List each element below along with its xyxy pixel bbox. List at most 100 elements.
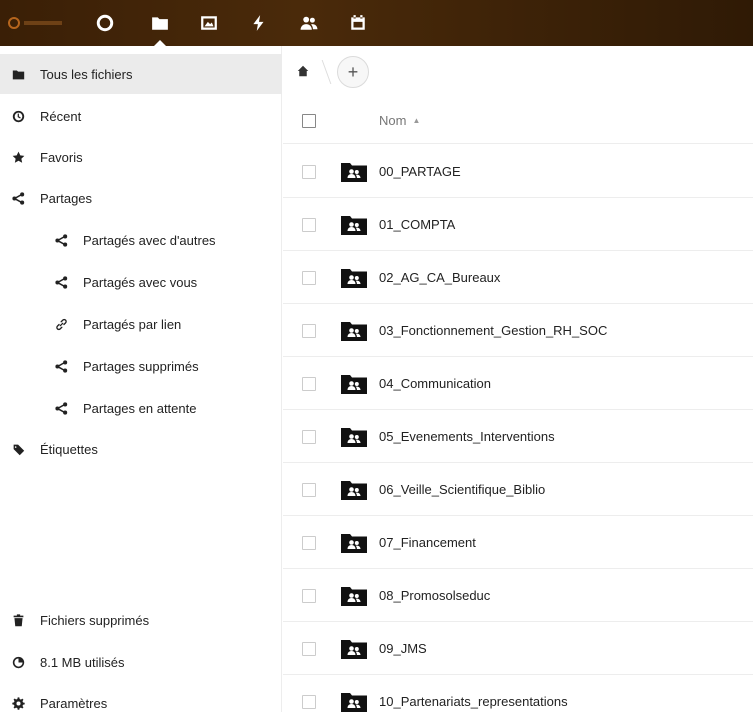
logo-mark-icon — [8, 17, 20, 29]
trash-icon — [10, 612, 26, 628]
file-name[interactable]: 07_Financement — [379, 535, 476, 550]
row-checkbox[interactable] — [302, 165, 316, 179]
sidebar-item-favorites[interactable]: Favoris — [0, 137, 282, 177]
app-activity[interactable] — [248, 12, 270, 34]
row-checkbox[interactable] — [302, 536, 316, 550]
sidebar-item-label: Partagés avec d'autres — [83, 232, 216, 248]
row-checkbox[interactable] — [302, 324, 316, 338]
clock-icon — [10, 108, 26, 124]
sidebar-item-label: Favoris — [40, 149, 83, 165]
sidebar-item-deleted-files[interactable]: Fichiers supprimés — [0, 600, 282, 640]
image-icon — [201, 16, 217, 30]
table-row[interactable]: 00_PARTAGE — [283, 145, 753, 198]
row-checkbox[interactable] — [302, 483, 316, 497]
table-row[interactable]: 07_Financement — [283, 516, 753, 569]
sidebar-item-label: Partages en attente — [83, 400, 197, 416]
sidebar-item-label: Fichiers supprimés — [40, 612, 150, 628]
sidebar-item-shares[interactable]: Partages — [0, 178, 282, 218]
sidebar-item-shared-with-you[interactable]: Partagés avec vous — [0, 262, 282, 302]
shared-folder-icon — [341, 691, 367, 712]
new-button[interactable]: + — [337, 56, 369, 88]
shared-folder-icon — [341, 267, 367, 288]
sidebar-item-label: Partages supprimés — [83, 358, 199, 374]
app-photos[interactable] — [198, 12, 220, 34]
app-files[interactable] — [149, 12, 171, 46]
sidebar-item-deleted-shares[interactable]: Partages supprimés — [0, 346, 282, 386]
share-icon — [53, 400, 69, 416]
sidebar-item-all-files[interactable]: Tous les fichiers — [0, 54, 282, 94]
table-row[interactable]: 05_Evenements_Interventions — [283, 410, 753, 463]
table-row[interactable]: 08_Promosolseduc — [283, 569, 753, 622]
sidebar-item-recent[interactable]: Récent — [0, 96, 282, 136]
shared-folder-icon — [341, 532, 367, 553]
share-icon — [53, 232, 69, 248]
row-checkbox[interactable] — [302, 430, 316, 444]
file-name[interactable]: 04_Communication — [379, 376, 491, 391]
sidebar-item-label: Paramètres — [40, 695, 108, 711]
file-name[interactable]: 03_Fonctionnement_Gestion_RH_SOC — [379, 323, 607, 338]
table-row[interactable]: 01_COMPTA — [283, 198, 753, 251]
shared-folder-icon — [341, 214, 367, 235]
sidebar-item-shared-by-link[interactable]: Partagés par lien — [0, 304, 282, 344]
home-icon[interactable] — [297, 65, 309, 80]
row-checkbox[interactable] — [302, 271, 316, 285]
pie-icon — [10, 654, 26, 670]
link-icon — [53, 316, 69, 332]
shared-folder-icon — [341, 479, 367, 500]
tag-icon — [10, 441, 26, 457]
quota-label: 8.1 MB utilisés — [40, 654, 125, 670]
sidebar-item-pending-shares[interactable]: Partages en attente — [0, 388, 282, 428]
row-checkbox[interactable] — [302, 377, 316, 391]
calendar-icon — [351, 15, 365, 30]
shared-folder-icon — [341, 585, 367, 606]
row-checkbox[interactable] — [302, 218, 316, 232]
users-icon — [300, 16, 318, 30]
file-name[interactable]: 09_JMS — [379, 641, 427, 656]
shared-folder-icon — [341, 373, 367, 394]
file-name[interactable]: 08_Promosolseduc — [379, 588, 490, 603]
lightning-icon — [253, 15, 264, 31]
file-name[interactable]: 01_COMPTA — [379, 217, 455, 232]
sidebar-item-shared-with-others[interactable]: Partagés avec d'autres — [0, 220, 282, 260]
sort-ascending-icon: ▲ — [412, 116, 421, 125]
logo-text — [24, 21, 62, 25]
column-name-sort[interactable]: Nom ▲ — [379, 113, 420, 128]
file-name[interactable]: 02_AG_CA_Bureaux — [379, 270, 500, 285]
app-dashboard[interactable] — [94, 12, 116, 34]
share-deleted-icon — [53, 358, 69, 374]
select-all-checkbox[interactable] — [302, 114, 316, 128]
sidebar: Tous les fichiers Récent Favoris Partage… — [0, 46, 282, 712]
app-contacts[interactable] — [298, 12, 320, 34]
sidebar-item-label: Partagés par lien — [83, 316, 182, 332]
table-row[interactable]: 04_Communication — [283, 357, 753, 410]
file-name[interactable]: 05_Evenements_Interventions — [379, 429, 555, 444]
breadcrumb-separator — [312, 60, 332, 84]
share-icon — [10, 190, 26, 206]
logo[interactable] — [8, 16, 70, 30]
shared-folder-icon — [341, 426, 367, 447]
sidebar-item-label: Tous les fichiers — [40, 66, 133, 82]
sidebar-item-settings[interactable]: Paramètres — [0, 683, 282, 712]
table-row[interactable]: 03_Fonctionnement_Gestion_RH_SOC — [283, 304, 753, 357]
circle-icon — [96, 14, 114, 32]
row-checkbox[interactable] — [302, 695, 316, 709]
table-row[interactable]: 02_AG_CA_Bureaux — [283, 251, 753, 304]
gear-icon — [10, 695, 26, 711]
table-row[interactable]: 09_JMS — [283, 622, 753, 675]
folder-icon — [10, 66, 26, 82]
shared-folder-icon — [341, 638, 367, 659]
row-checkbox[interactable] — [302, 589, 316, 603]
file-name[interactable]: 00_PARTAGE — [379, 164, 461, 179]
sidebar-item-quota: 8.1 MB utilisés — [0, 642, 282, 682]
table-row[interactable]: 06_Veille_Scientifique_Biblio — [283, 463, 753, 516]
sidebar-item-label: Partages — [40, 190, 93, 206]
sidebar-item-tags[interactable]: Étiquettes — [0, 429, 282, 469]
file-name[interactable]: 06_Veille_Scientifique_Biblio — [379, 482, 545, 497]
top-header — [0, 0, 753, 46]
row-checkbox[interactable] — [302, 642, 316, 656]
table-row[interactable]: 10_Partenariats_representations — [283, 675, 753, 712]
file-list-header: Nom ▲ — [283, 98, 753, 144]
shared-folder-icon — [341, 161, 367, 182]
file-name[interactable]: 10_Partenariats_representations — [379, 694, 568, 709]
app-calendar[interactable] — [347, 12, 369, 34]
